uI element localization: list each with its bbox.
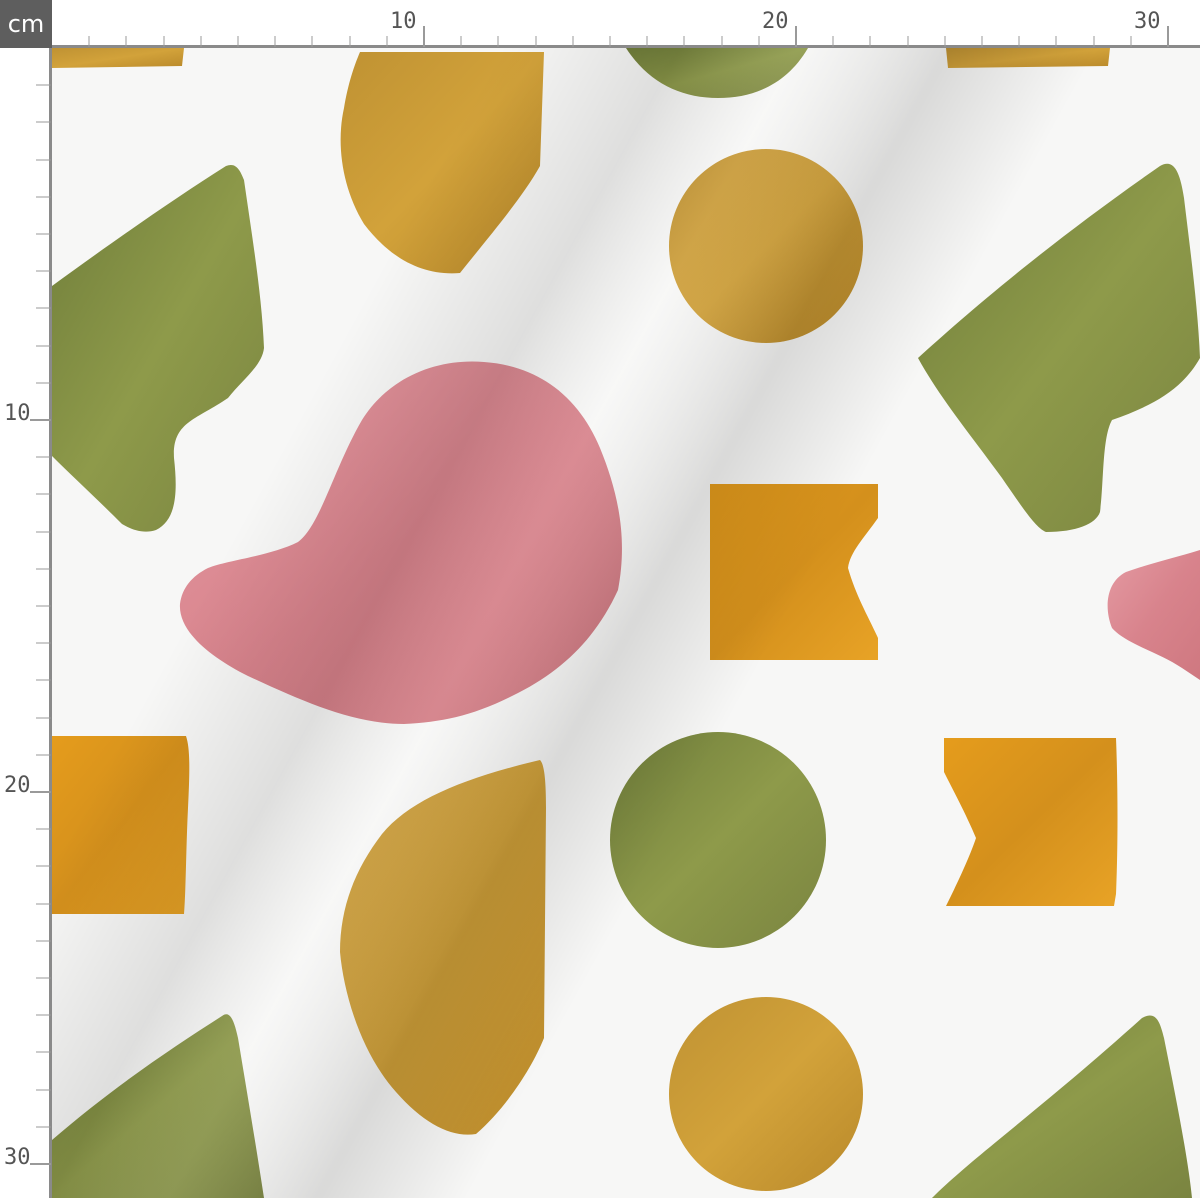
left-ruler-label-10: 10 — [4, 401, 31, 426]
fabric-swatch — [52, 48, 1200, 1198]
top-ruler-label-20: 20 — [762, 9, 789, 34]
top-ruler-ticks — [88, 26, 1169, 47]
left-ruler: 10 20 30 — [0, 48, 52, 1198]
top-ruler-label-10: 10 — [390, 9, 417, 34]
fabric-fold-shading — [52, 48, 1200, 1198]
top-ruler-label-30: 30 — [1134, 9, 1161, 34]
left-ruler-label-20: 20 — [4, 773, 31, 798]
unit-label: cm — [0, 0, 52, 48]
top-ruler: 10 20 30 — [52, 0, 1200, 48]
left-ruler-ticks — [30, 84, 51, 1165]
left-ruler-label-30: 30 — [4, 1145, 31, 1170]
